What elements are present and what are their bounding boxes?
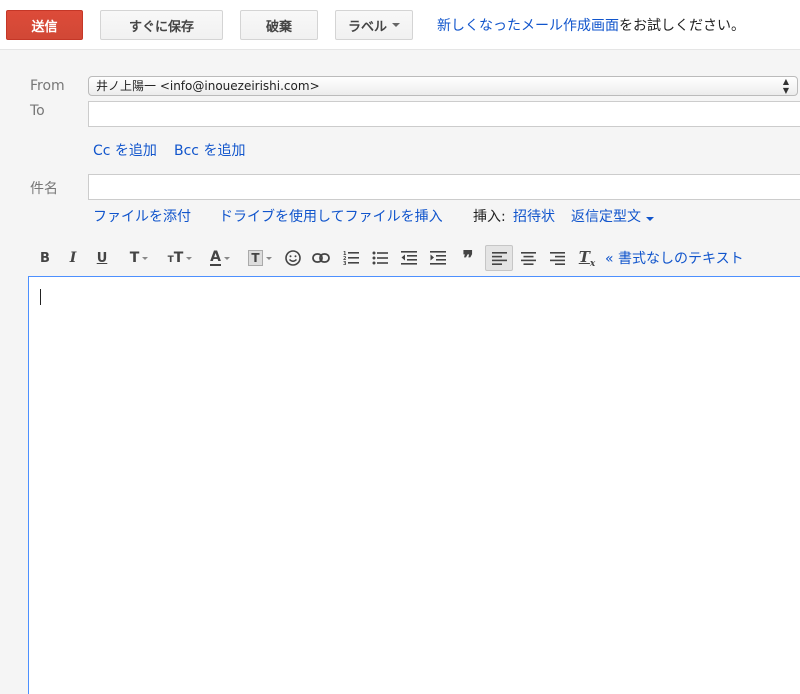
remove-formatting-button[interactable]: Tx [576, 245, 598, 271]
message-body-editor[interactable] [28, 276, 800, 694]
text-color-button[interactable]: A [204, 245, 236, 271]
bold-button[interactable]: B [36, 245, 54, 271]
send-button[interactable]: 送信 [6, 10, 83, 40]
to-field[interactable] [88, 101, 800, 127]
text-cursor [40, 289, 41, 305]
send-button-label: 送信 [31, 19, 58, 35]
chevron-down-icon [142, 256, 149, 260]
indent-less-button[interactable] [399, 245, 419, 271]
discard-label: 破棄 [265, 19, 292, 35]
numbered-list-button[interactable]: 123 [341, 245, 361, 271]
plain-text-mode-link[interactable]: « 書式なしのテキスト [605, 248, 744, 268]
font-size-icon: TT [167, 250, 184, 266]
insert-label: 挿入: [473, 209, 506, 225]
link-icon [312, 253, 330, 263]
italic-button[interactable]: I [64, 245, 82, 271]
invitation-link[interactable]: 招待状 [513, 206, 555, 226]
attach-file-link[interactable]: ファイルを添付 [93, 206, 191, 226]
save-now-button[interactable]: すぐに保存 [100, 10, 223, 40]
indent-less-icon [401, 251, 417, 265]
to-label: To [30, 103, 45, 119]
highlight-color-icon: T [248, 250, 263, 266]
chevron-down-icon [223, 256, 230, 260]
underline-button[interactable]: U [93, 245, 111, 271]
add-bcc-link[interactable]: Bcc を追加 [174, 140, 245, 160]
subject-field[interactable] [88, 174, 800, 200]
align-center-button[interactable] [518, 245, 538, 271]
chevron-down-icon [392, 23, 400, 27]
indent-more-icon [430, 251, 446, 265]
underline-icon: U [96, 250, 108, 266]
formatting-toolbar: B I U T TT A T 123 ❞ Tx « 書式なしのテキスト [30, 245, 800, 271]
subject-label: 件名 [30, 181, 58, 197]
align-left-button[interactable] [485, 245, 513, 271]
canned-responses-link[interactable]: 返信定型文 [571, 206, 654, 226]
bulleted-list-icon [372, 251, 388, 265]
select-arrows-icon: ▲ ▼ [782, 77, 789, 95]
save-now-label: すぐに保存 [128, 19, 194, 35]
highlight-color-button[interactable]: T [244, 245, 276, 271]
from-value: 井ノ上陽一 <info@inouezeirishi.com> [96, 79, 320, 93]
emoji-icon [285, 250, 301, 266]
bold-icon: B [40, 250, 50, 266]
try-new-compose-suffix: をお試しください。 [619, 18, 745, 34]
insert-link-button[interactable] [310, 245, 332, 271]
canned-responses-label: 返信定型文 [571, 209, 641, 225]
try-new-compose-link[interactable]: 新しくなったメール作成画面 [437, 18, 619, 34]
quote-button[interactable]: ❞ [458, 245, 478, 271]
bulleted-list-button[interactable] [370, 245, 390, 271]
try-new-compose-notice: 新しくなったメール作成画面をお試しください。 [437, 15, 745, 35]
align-right-icon [549, 251, 565, 265]
align-center-icon [520, 251, 536, 265]
font-size-button[interactable]: TT [163, 245, 197, 271]
label-dropdown-button[interactable]: ラベル [335, 10, 413, 40]
font-button[interactable]: T [124, 245, 154, 271]
from-select[interactable]: 井ノ上陽一 <info@inouezeirishi.com> ▲ ▼ [88, 76, 798, 96]
indent-more-button[interactable] [428, 245, 448, 271]
add-cc-link[interactable]: Cc を追加 [93, 140, 157, 160]
text-color-icon: A [210, 249, 221, 266]
align-right-button[interactable] [547, 245, 567, 271]
chevron-down-icon [186, 256, 193, 260]
discard-button[interactable]: 破棄 [240, 10, 318, 40]
chevron-down-icon [265, 256, 272, 260]
numbered-list-icon: 123 [343, 251, 359, 266]
align-left-icon [491, 251, 507, 265]
quote-icon: ❞ [462, 246, 474, 270]
chevron-down-icon [646, 217, 654, 221]
from-label: From [30, 78, 65, 94]
italic-icon: I [69, 250, 77, 266]
svg-text:3: 3 [343, 261, 347, 266]
remove-formatting-icon: Tx [578, 247, 596, 269]
label-dropdown-label: ラベル [347, 19, 387, 35]
emoji-button[interactable] [282, 245, 304, 271]
compose-action-bar: 送信 すぐに保存 破棄 ラベル 新しくなったメール作成画面をお試しください。 [0, 0, 800, 50]
font-icon: T [129, 250, 140, 266]
insert-drive-file-link[interactable]: ドライブを使用してファイルを挿入 [219, 206, 443, 226]
